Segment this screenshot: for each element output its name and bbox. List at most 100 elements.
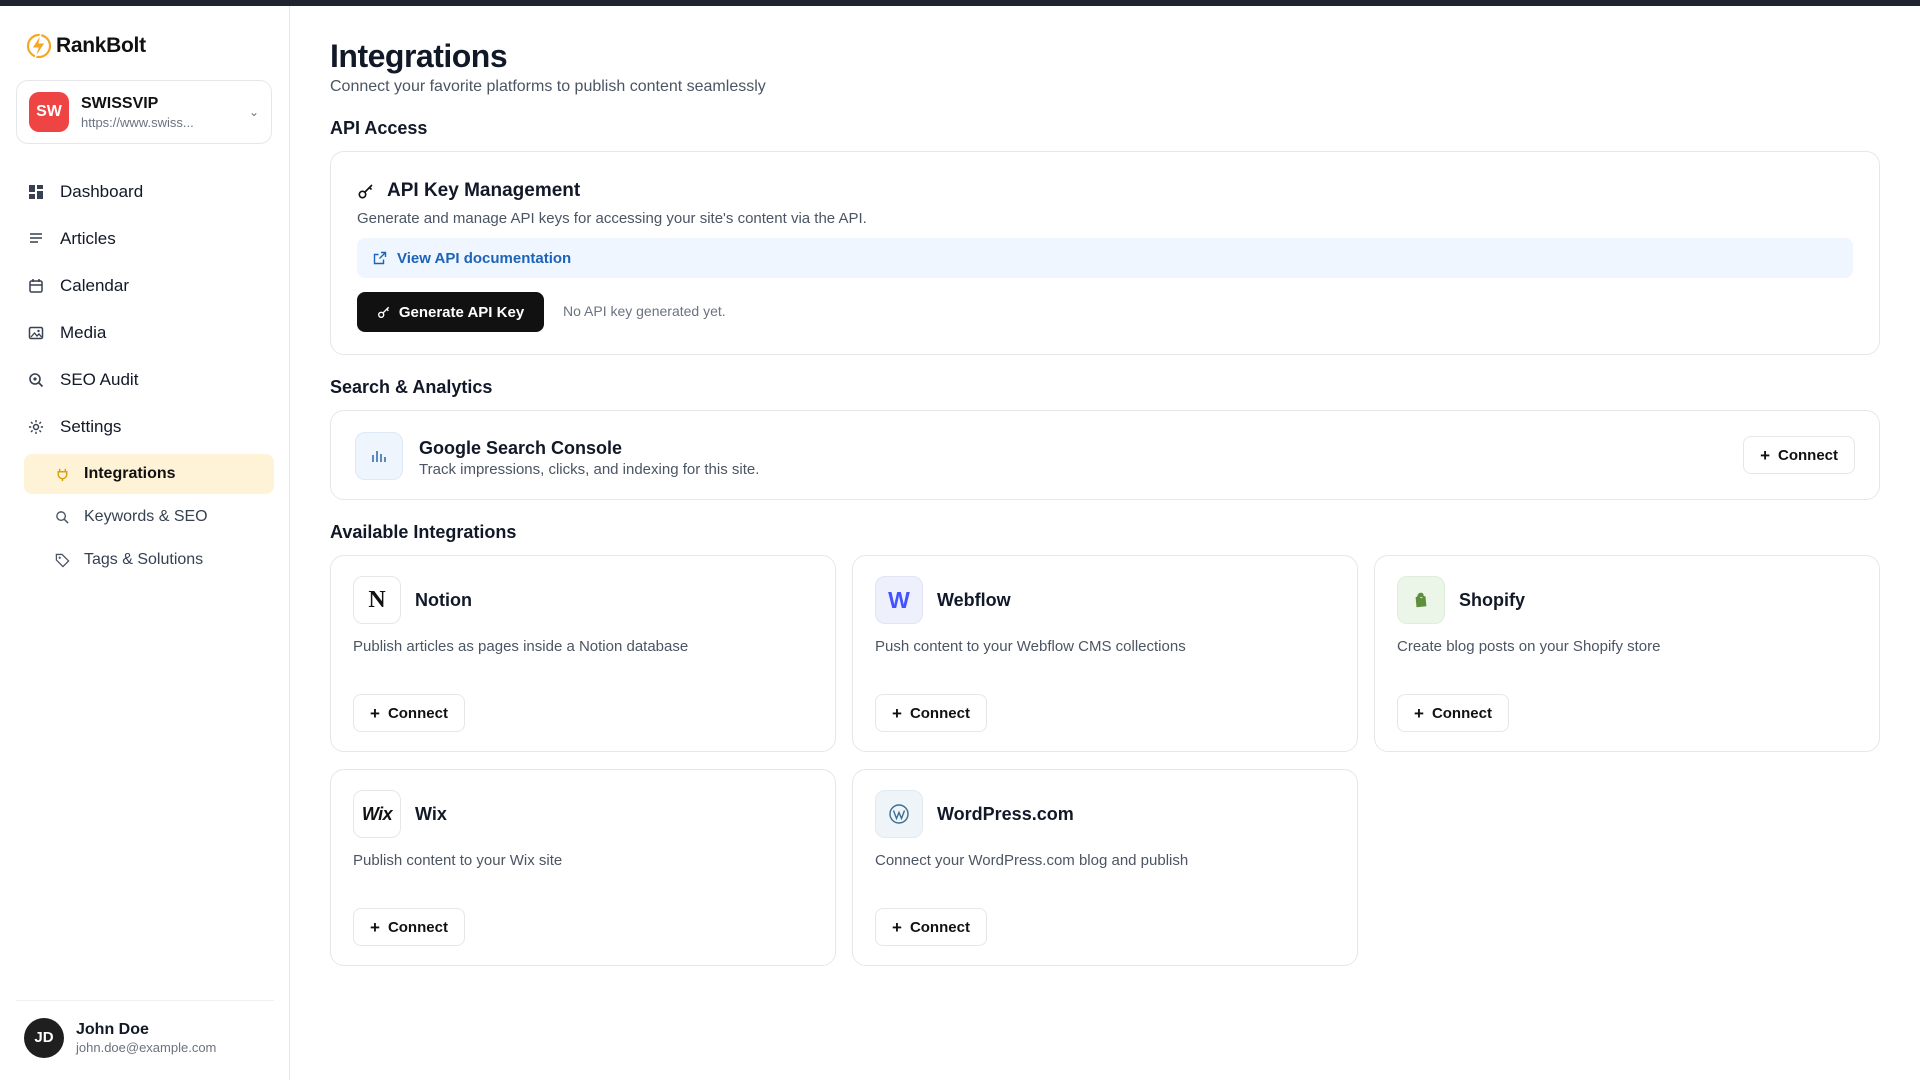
sub-item-tags[interactable]: Tags & Solutions	[24, 540, 274, 580]
key-icon	[358, 184, 373, 199]
integration-name: Notion	[415, 590, 472, 610]
page-title: Integrations	[330, 38, 508, 74]
nav-item-seo-audit[interactable]: SEO Audit	[16, 356, 274, 403]
connect-wordpress-button[interactable]: + Connect	[875, 908, 987, 946]
site-url: https://www.swiss...	[81, 114, 194, 130]
plus-icon: +	[892, 703, 902, 723]
sub-item-label: Tags & Solutions	[84, 551, 204, 568]
section-title-integrations: Available Integrations	[330, 522, 517, 542]
external-link-icon	[373, 251, 387, 265]
integration-name: WordPress.com	[937, 804, 1074, 824]
integration-description: Publish content to your Wix site	[353, 852, 563, 869]
integration-card-shopify: Shopify Create blog posts on your Shopif…	[1374, 555, 1880, 752]
integration-description: Publish articles as pages inside a Notio…	[353, 638, 689, 655]
gear-icon	[28, 419, 44, 435]
plus-icon: +	[370, 917, 380, 937]
plug-icon	[54, 466, 70, 482]
integration-card-wordpress: WordPress.com Connect your WordPress.com…	[852, 769, 1358, 966]
api-card-title: API Key Management	[387, 180, 581, 201]
nav-item-dashboard[interactable]: Dashboard	[16, 168, 274, 215]
wordpress-icon	[875, 790, 923, 838]
search-icon	[54, 509, 70, 525]
integration-name: Webflow	[937, 590, 1011, 610]
nav-label: Dashboard	[60, 181, 144, 201]
app-name: RankBolt	[56, 34, 146, 57]
plus-icon: +	[1760, 445, 1770, 465]
image-icon	[28, 325, 44, 341]
chevron-down-icon: ⌄	[248, 105, 259, 119]
sub-item-integrations[interactable]: Integrations	[24, 454, 274, 494]
webflow-icon: W	[875, 576, 923, 624]
connect-label: Connect	[909, 918, 970, 936]
sub-item-label: Integrations	[84, 465, 176, 482]
integration-card-wix: Wix Wix Publish content to your Wix site…	[330, 769, 836, 966]
main-nav: Dashboard Articles Calendar Media SEO Au…	[16, 168, 274, 583]
api-card-description: Generate and manage API keys for accessi…	[357, 210, 867, 227]
dashboard-icon	[28, 184, 44, 200]
nav-item-articles[interactable]: Articles	[16, 215, 274, 262]
user-email: john.doe@example.com	[76, 1039, 217, 1055]
generate-api-key-button[interactable]: Generate API Key	[357, 292, 544, 332]
calendar-icon	[28, 278, 44, 294]
site-name: SWISSVIP	[81, 94, 159, 112]
nav-label: Media	[60, 322, 107, 342]
gsc-description: Track impressions, clicks, and indexing …	[419, 461, 760, 478]
integration-card-webflow: W Webflow Push content to your Webflow C…	[852, 555, 1358, 752]
connect-label: Connect	[387, 918, 448, 936]
tag-icon	[54, 552, 70, 568]
integration-description: Create blog posts on your Shopify store	[1397, 638, 1661, 655]
connect-label: Connect	[1431, 704, 1492, 722]
connect-notion-button[interactable]: + Connect	[353, 694, 465, 732]
connect-webflow-button[interactable]: + Connect	[875, 694, 987, 732]
sidebar: RankBolt SW SWISSVIP https://www.swiss..…	[0, 6, 290, 1080]
gsc-title: Google Search Console	[419, 438, 623, 458]
sub-item-keywords[interactable]: Keywords & SEO	[24, 497, 274, 537]
nav-label: Articles	[60, 228, 116, 248]
shopify-icon	[1397, 576, 1445, 624]
connect-label: Connect	[387, 704, 448, 722]
zoom-search-icon	[28, 372, 44, 388]
avatar: JD	[24, 1017, 64, 1058]
list-icon	[28, 231, 44, 247]
nav-label: Calendar	[60, 275, 129, 295]
bar-chart-icon	[355, 432, 403, 480]
connect-shopify-button[interactable]: + Connect	[1397, 694, 1509, 732]
api-docs-link[interactable]: View API documentation	[357, 238, 1853, 278]
sub-item-label: Keywords & SEO	[84, 508, 208, 525]
generate-api-key-label: Generate API Key	[398, 303, 525, 321]
nav-label: SEO Audit	[60, 369, 139, 389]
nav-item-media[interactable]: Media	[16, 309, 274, 356]
integration-name: Shopify	[1459, 590, 1525, 610]
plus-icon: +	[1414, 703, 1424, 723]
app-logo[interactable]: RankBolt	[26, 32, 146, 60]
notion-icon: N	[353, 576, 401, 624]
api-key-status: No API key generated yet.	[563, 303, 726, 319]
site-avatar: SW	[29, 92, 69, 132]
integration-card-notion: N Notion Publish articles as pages insid…	[330, 555, 836, 752]
plus-icon: +	[892, 917, 902, 937]
integration-description: Connect your WordPress.com blog and publ…	[875, 852, 1189, 869]
connect-wix-button[interactable]: + Connect	[353, 908, 465, 946]
connect-label: Connect	[909, 704, 970, 722]
wix-icon: Wix	[353, 790, 401, 838]
integration-description: Push content to your Webflow CMS collect…	[875, 638, 1186, 655]
section-title-api: API Access	[330, 118, 428, 138]
key-icon	[377, 306, 390, 319]
gsc-connect-button[interactable]: + Connect	[1743, 436, 1855, 474]
google-search-console-card: Google Search Console Track impressions,…	[330, 410, 1880, 500]
user-profile[interactable]: JD John Doe john.doe@example.com	[16, 1000, 274, 1064]
integration-name: Wix	[415, 804, 447, 824]
api-docs-link-label: View API documentation	[397, 249, 572, 267]
plus-icon: +	[370, 703, 380, 723]
api-key-card: API Key Management Generate and manage A…	[330, 151, 1880, 355]
connect-label: Connect	[1778, 446, 1838, 464]
page-subtitle: Connect your favorite platforms to publi…	[330, 78, 766, 95]
bolt-logo-icon	[26, 33, 52, 59]
settings-subnav: Integrations Keywords & SEO Tags & Solut…	[16, 454, 274, 580]
nav-label: Settings	[60, 416, 122, 436]
nav-item-settings[interactable]: Settings	[16, 403, 274, 450]
section-title-search: Search & Analytics	[330, 377, 493, 397]
user-name: John Doe	[76, 1020, 149, 1038]
nav-item-calendar[interactable]: Calendar	[16, 262, 274, 309]
site-switcher[interactable]: SW SWISSVIP https://www.swiss... ⌄	[16, 80, 272, 144]
